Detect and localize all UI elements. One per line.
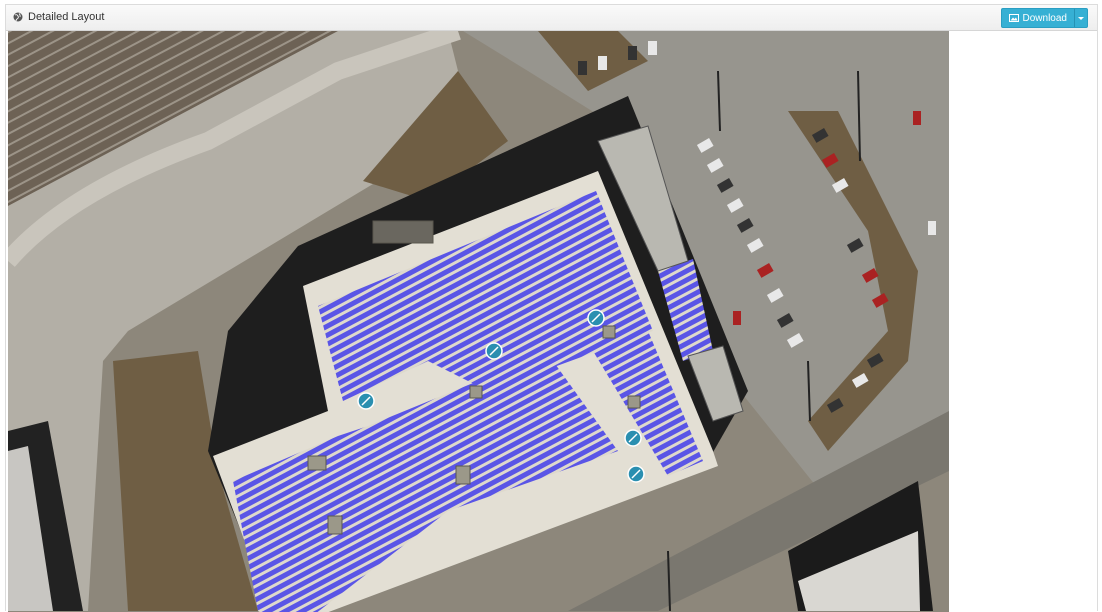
- panel-header: Detailed Layout Download: [6, 5, 1097, 31]
- download-label: Download: [1022, 12, 1067, 24]
- aerial-map-svg: [8, 31, 949, 612]
- panel-marker[interactable]: [357, 392, 375, 410]
- panel-title-text: Detailed Layout: [28, 11, 105, 23]
- globe-icon: [13, 12, 23, 22]
- panel-marker[interactable]: [485, 342, 503, 360]
- caret-down-icon: [1078, 16, 1084, 20]
- image-icon: [1008, 14, 1019, 22]
- panel-marker[interactable]: [587, 309, 605, 327]
- aerial-map[interactable]: [8, 31, 949, 612]
- download-button[interactable]: Download: [1000, 8, 1074, 28]
- detailed-layout-panel: Detailed Layout Download: [5, 4, 1098, 612]
- download-button-group: Download: [1000, 8, 1088, 28]
- panel-title: Detailed Layout: [13, 11, 104, 23]
- panel-marker[interactable]: [624, 429, 642, 447]
- panel-marker[interactable]: [627, 465, 645, 483]
- download-dropdown-toggle[interactable]: [1074, 8, 1088, 28]
